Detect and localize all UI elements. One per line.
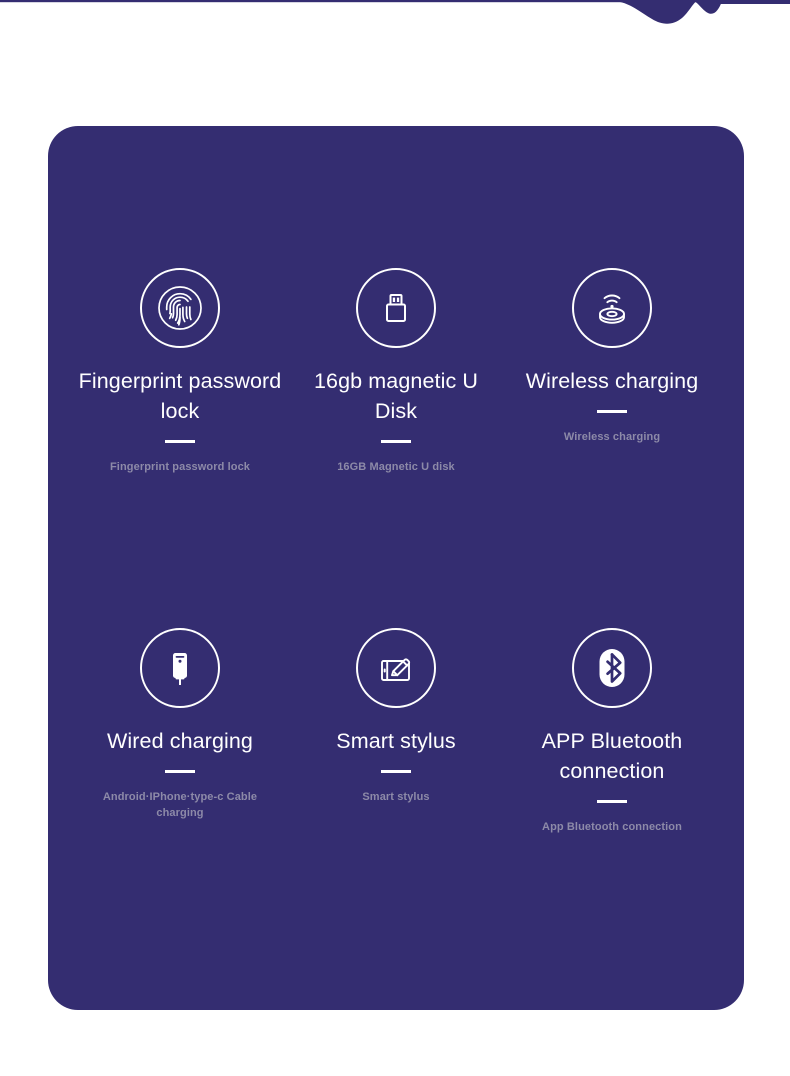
feature-title: 16gb magnetic U Disk	[313, 369, 479, 423]
feature-grid: Fingerprint password lock Fingerprint pa…	[48, 126, 744, 1010]
wireless-charging-pad-icon	[572, 268, 652, 348]
feature-subtitle: App Bluetooth connection	[542, 821, 682, 833]
feature-card: Fingerprint password lock Fingerprint pa…	[48, 126, 744, 1010]
feature-divider	[597, 410, 627, 413]
feature-item-fingerprint-password-lock[interactable]: Fingerprint password lock Fingerprint pa…	[72, 268, 288, 475]
feature-item-app-bluetooth-connection[interactable]: APP Bluetooth connection App Bluetooth c…	[504, 628, 720, 835]
power-bank-plug-icon	[140, 628, 220, 708]
feature-row-top: Fingerprint password lock Fingerprint pa…	[48, 268, 744, 475]
feature-subtitle: 16GB Magnetic U disk	[337, 461, 455, 473]
feature-item-wired-charging[interactable]: Wired charging Android·IPhone·type-c Cab…	[72, 628, 288, 821]
feature-subtitle: Android·IPhone·type-c Cable charging	[102, 791, 258, 819]
feature-title: Fingerprint password lock	[78, 369, 282, 423]
feature-title: APP Bluetooth connection	[541, 729, 683, 783]
feature-subtitle: Smart stylus	[362, 791, 430, 803]
feature-divider	[381, 770, 411, 773]
fingerprint-icon	[140, 268, 220, 348]
top-wave-decoration	[0, 0, 790, 40]
feature-divider	[381, 440, 411, 443]
feature-title: Smart stylus	[336, 729, 456, 753]
stylus-tablet-icon	[356, 628, 436, 708]
feature-title: Wireless charging	[525, 369, 699, 393]
feature-item-16gb-magnetic-u-disk[interactable]: 16gb magnetic U Disk 16GB Magnetic U dis…	[288, 268, 504, 475]
feature-divider	[165, 440, 195, 443]
bluetooth-icon	[572, 628, 652, 708]
feature-divider	[597, 800, 627, 803]
usb-flash-drive-icon	[356, 268, 436, 348]
feature-subtitle: Fingerprint password lock	[109, 461, 251, 473]
feature-title: Wired charging	[107, 729, 253, 753]
feature-divider	[165, 770, 195, 773]
feature-subtitle: Wireless charging	[563, 431, 661, 443]
feature-item-wireless-charging[interactable]: Wireless charging Wireless charging	[504, 268, 720, 445]
feature-row-bottom: Wired charging Android·IPhone·type-c Cab…	[48, 628, 744, 835]
feature-item-smart-stylus[interactable]: Smart stylus Smart stylus	[288, 628, 504, 805]
